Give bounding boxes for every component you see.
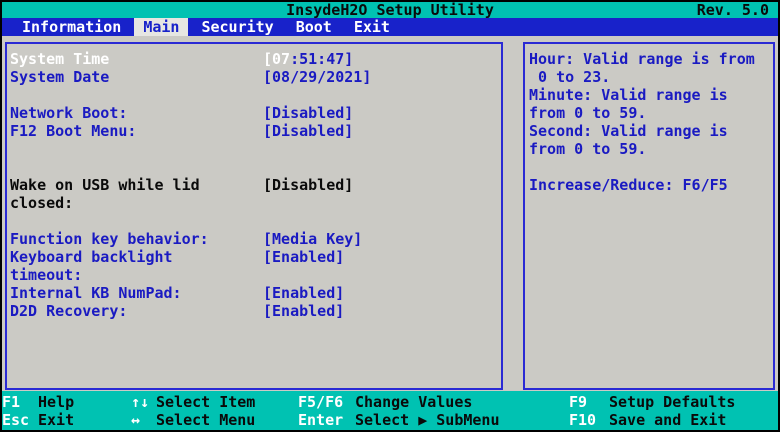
- menu-tab-information[interactable]: Information: [13, 18, 130, 36]
- setting-row[interactable]: Keyboard backlighttimeout:[Enabled]: [10, 248, 501, 284]
- help-bar: F1Help↑↓Select ItemF5/F6Change ValuesF9S…: [2, 391, 778, 430]
- setting-row[interactable]: Function key behavior:[Media Key]: [10, 230, 501, 248]
- setting-value: [Enabled]: [263, 248, 344, 266]
- setting-row[interactable]: Internal KB NumPad:[Enabled]: [10, 284, 501, 302]
- help-key: Enter: [298, 411, 355, 429]
- menu-tab-exit[interactable]: Exit: [345, 18, 399, 36]
- spacer: [10, 86, 501, 104]
- help-key: Esc: [2, 411, 38, 429]
- setting-label: Keyboard backlighttimeout:: [10, 248, 263, 284]
- help-text: Hour: Valid range is from 0 to 23.Minute…: [525, 44, 773, 194]
- help-key: ↔: [131, 411, 156, 429]
- setting-label: Function key behavior:: [10, 230, 263, 248]
- setting-row[interactable]: Network Boot:[Disabled]: [10, 104, 501, 122]
- help-action: Setup Defaults: [609, 393, 778, 411]
- setting-label: System Date: [10, 68, 263, 86]
- setting-row[interactable]: System Time[07:51:47]: [10, 50, 501, 68]
- setting-value: [07:51:47]: [263, 50, 353, 68]
- help-line: Increase/Reduce: F6/F5: [529, 176, 773, 194]
- help-line: 0 to 23.: [529, 68, 773, 86]
- setting-value: [08/29/2021]: [263, 68, 371, 86]
- help-action: Select Item: [156, 393, 298, 411]
- content-area: System Time[07:51:47]System Date[08/29/2…: [2, 36, 778, 391]
- setting-value: [Media Key]: [263, 230, 362, 248]
- help-action: Select ▶ SubMenu: [355, 411, 569, 429]
- help-action: Select Menu: [156, 411, 298, 429]
- setting-row[interactable]: F12 Boot Menu:[Disabled]: [10, 122, 501, 140]
- bios-setup-screen: InsydeH2O Setup Utility Rev. 5.0 Informa…: [0, 0, 780, 432]
- help-bar-row: F1Help↑↓Select ItemF5/F6Change ValuesF9S…: [2, 393, 778, 411]
- setting-value: [Enabled]: [263, 284, 344, 302]
- spacer: [10, 212, 501, 230]
- help-action: Save and Exit: [609, 411, 778, 429]
- setting-label: Wake on USB while lidclosed:: [10, 176, 263, 212]
- help-line: from 0 to 59.: [529, 104, 773, 122]
- help-key: ↑↓: [131, 393, 156, 411]
- setting-label: Network Boot:: [10, 104, 263, 122]
- app-title: InsydeH2O Setup Utility: [286, 1, 494, 19]
- setting-value: [Enabled]: [263, 302, 344, 320]
- setting-row: Wake on USB while lidclosed:[Disabled]: [10, 176, 501, 212]
- setting-row[interactable]: System Date[08/29/2021]: [10, 68, 501, 86]
- title-bar: InsydeH2O Setup Utility Rev. 5.0: [2, 2, 778, 18]
- help-key: F1: [2, 393, 38, 411]
- help-line: Second: Valid range is: [529, 122, 773, 140]
- setting-value: [Disabled]: [263, 122, 353, 140]
- help-bar-row: EscExit↔Select MenuEnterSelect ▶ SubMenu…: [2, 411, 778, 429]
- spacer: [10, 140, 501, 176]
- help-key: F5/F6: [298, 393, 355, 411]
- help-action: Help: [38, 393, 131, 411]
- setting-label: System Time: [10, 50, 263, 68]
- help-line: [529, 158, 773, 176]
- setting-value: [Disabled]: [263, 176, 353, 194]
- help-line: Minute: Valid range is: [529, 86, 773, 104]
- revision-label: Rev. 5.0: [697, 2, 769, 18]
- help-line: from 0 to 59.: [529, 140, 773, 158]
- setting-label: D2D Recovery:: [10, 302, 263, 320]
- setting-label: Internal KB NumPad:: [10, 284, 263, 302]
- setting-value: [Disabled]: [263, 104, 353, 122]
- help-line: Hour: Valid range is from: [529, 50, 773, 68]
- menu-tab-boot[interactable]: Boot: [287, 18, 341, 36]
- settings-list: System Time[07:51:47]System Date[08/29/2…: [7, 44, 501, 320]
- help-key: F10: [569, 411, 609, 429]
- menu-tab-security[interactable]: Security: [192, 18, 282, 36]
- menu-bar: InformationMainSecurity BootExit: [2, 18, 778, 36]
- settings-panel: System Time[07:51:47]System Date[08/29/2…: [5, 42, 503, 390]
- help-action: Change Values: [355, 393, 569, 411]
- help-action: Exit: [38, 411, 131, 429]
- help-key: F9: [569, 393, 609, 411]
- item-help-panel: Hour: Valid range is from 0 to 23.Minute…: [523, 42, 775, 390]
- setting-label: F12 Boot Menu:: [10, 122, 263, 140]
- menu-tab-main[interactable]: Main: [134, 18, 188, 36]
- setting-row[interactable]: D2D Recovery:[Enabled]: [10, 302, 501, 320]
